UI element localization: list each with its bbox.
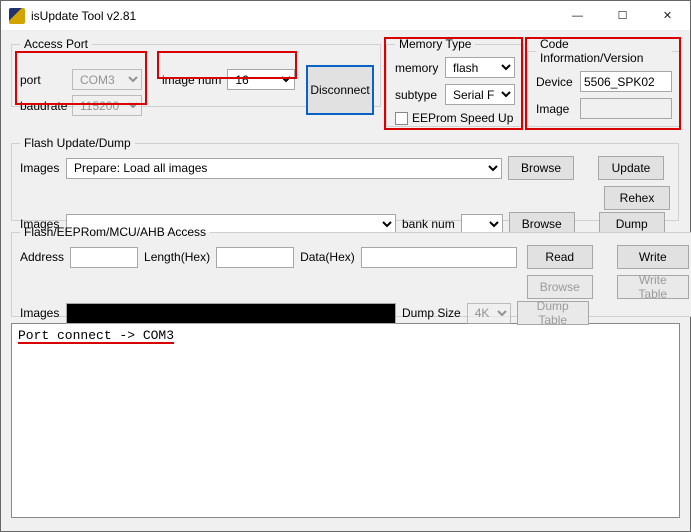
flash-update-legend: Flash Update/Dump	[20, 136, 135, 150]
checkbox-icon	[395, 112, 408, 125]
code-info-legend: Code Information/Version	[536, 37, 672, 65]
device-label: Device	[536, 75, 574, 89]
minimize-button[interactable]: ―	[555, 1, 600, 31]
app-icon	[9, 8, 25, 24]
memory-select[interactable]: flash	[445, 57, 515, 78]
eeprom-speedup-label: EEProm Speed Up	[412, 111, 513, 125]
address-label: Address	[20, 250, 64, 264]
access-port-group: Access Port port COM3 baudrate 115200 im…	[11, 37, 381, 107]
browse3-button[interactable]: Browse	[527, 275, 593, 299]
read-button[interactable]: Read	[527, 245, 593, 269]
memory-type-legend: Memory Type	[395, 37, 475, 51]
code-info-group: Code Information/Version Device Image	[527, 37, 681, 127]
titlebar: isUpdate Tool v2.81 ― ☐ ✕	[1, 1, 690, 31]
flash-access-group: Flash/EEPRom/MCU/AHB Access Address Leng…	[11, 225, 691, 317]
flash-access-legend: Flash/EEPRom/MCU/AHB Access	[20, 225, 210, 239]
close-button[interactable]: ✕	[645, 1, 690, 31]
dump-table-button[interactable]: Dump Table	[517, 301, 589, 325]
subtype-label: subtype	[395, 88, 439, 102]
length-field[interactable]	[216, 247, 294, 268]
data-label: Data(Hex)	[300, 250, 355, 264]
subtype-select[interactable]: Serial Flash	[445, 84, 515, 105]
port-label: port	[20, 73, 66, 87]
access-port-legend: Access Port	[20, 37, 92, 51]
images3-select[interactable]	[66, 303, 396, 324]
image-field[interactable]	[580, 98, 672, 119]
device-field[interactable]	[580, 71, 672, 92]
baudrate-label: baudrate	[20, 99, 66, 113]
update-button[interactable]: Update	[598, 156, 664, 180]
image-num-select[interactable]: 16	[227, 69, 295, 90]
images3-label: Images	[20, 306, 60, 320]
browse1-button[interactable]: Browse	[508, 156, 574, 180]
image-num-label: image num	[162, 73, 221, 87]
address-field[interactable]	[70, 247, 138, 268]
memory-label: memory	[395, 61, 439, 75]
log-line: Port connect -> COM3	[18, 328, 174, 343]
eeprom-speedup-checkbox[interactable]: EEProm Speed Up	[395, 111, 513, 125]
dump-size-label: Dump Size	[402, 306, 461, 320]
memory-type-group: Memory Type memory flash subtype Serial …	[386, 37, 524, 127]
maximize-button[interactable]: ☐	[600, 1, 645, 31]
dump-size-select[interactable]: 4K	[467, 303, 511, 324]
image-label: Image	[536, 102, 574, 116]
baudrate-select[interactable]: 115200	[72, 95, 142, 116]
images1-select[interactable]: Prepare: Load all images	[66, 158, 502, 179]
write-table-button[interactable]: Write Table	[617, 275, 689, 299]
rehex-button[interactable]: Rehex	[604, 186, 670, 210]
log-console[interactable]: Port connect -> COM3	[11, 323, 680, 518]
flash-update-group: Flash Update/Dump Images Prepare: Load a…	[11, 136, 679, 221]
images1-label: Images	[20, 161, 60, 175]
write-button[interactable]: Write	[617, 245, 689, 269]
window-title: isUpdate Tool v2.81	[31, 9, 136, 23]
port-select[interactable]: COM3	[72, 69, 142, 90]
data-field[interactable]	[361, 247, 517, 268]
length-label: Length(Hex)	[144, 250, 210, 264]
disconnect-button[interactable]: Disconnect	[306, 65, 374, 115]
